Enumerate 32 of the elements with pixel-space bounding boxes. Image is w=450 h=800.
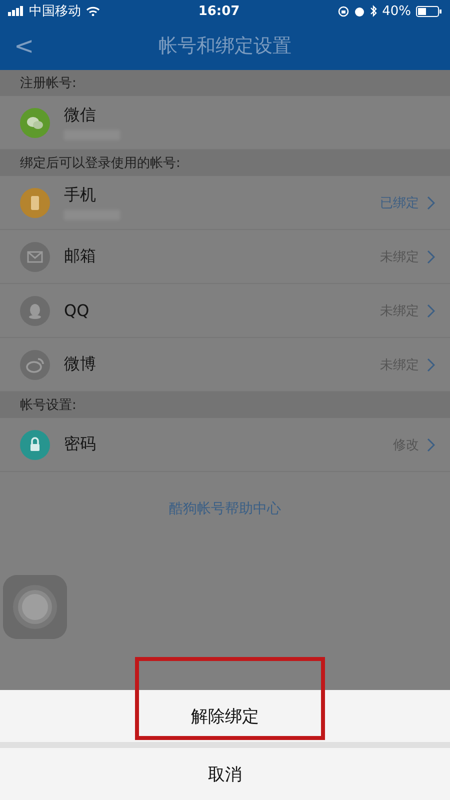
chevron-right-icon (427, 196, 435, 210)
section-header: 注册帐号: (0, 70, 450, 96)
phone-icon (20, 188, 50, 218)
binding-status: 已绑定 (380, 194, 419, 212)
chevron-right-icon (427, 250, 435, 264)
lock-icon (20, 430, 50, 460)
bluetooth-icon (370, 5, 378, 17)
chevron-right-icon (427, 358, 435, 372)
account-label: QQ (64, 301, 90, 320)
account-label: 手机 (64, 185, 97, 206)
chevron-right-icon (427, 304, 435, 318)
penguin-icon (20, 296, 50, 326)
chevron-right-icon (427, 438, 435, 452)
clock-time: 16:07 (198, 4, 240, 18)
rotation-lock-icon (338, 6, 350, 16)
battery-percent: 40% (382, 4, 411, 18)
chat-bubbles-icon (20, 108, 50, 138)
battery-icon (416, 6, 442, 16)
signal-icon (8, 6, 24, 16)
section-header: 绑定后可以登录使用的帐号: (0, 150, 450, 176)
account-label: 密码 (64, 434, 97, 455)
page-title: 帐号和绑定设置 (158, 35, 292, 57)
account-label: 邮箱 (64, 246, 97, 267)
cancel-button[interactable]: 取消 (0, 748, 450, 800)
carrier-name: 中国移动 (29, 3, 81, 20)
back-button[interactable]: < (0, 32, 48, 60)
account-label: 微信 (64, 105, 97, 126)
unbind-button[interactable]: 解除绑定 (0, 690, 450, 742)
section-header: 帐号设置: (0, 392, 450, 418)
wifi-icon (86, 6, 100, 16)
envelope-icon (20, 242, 50, 272)
account-label: 微博 (64, 354, 97, 375)
